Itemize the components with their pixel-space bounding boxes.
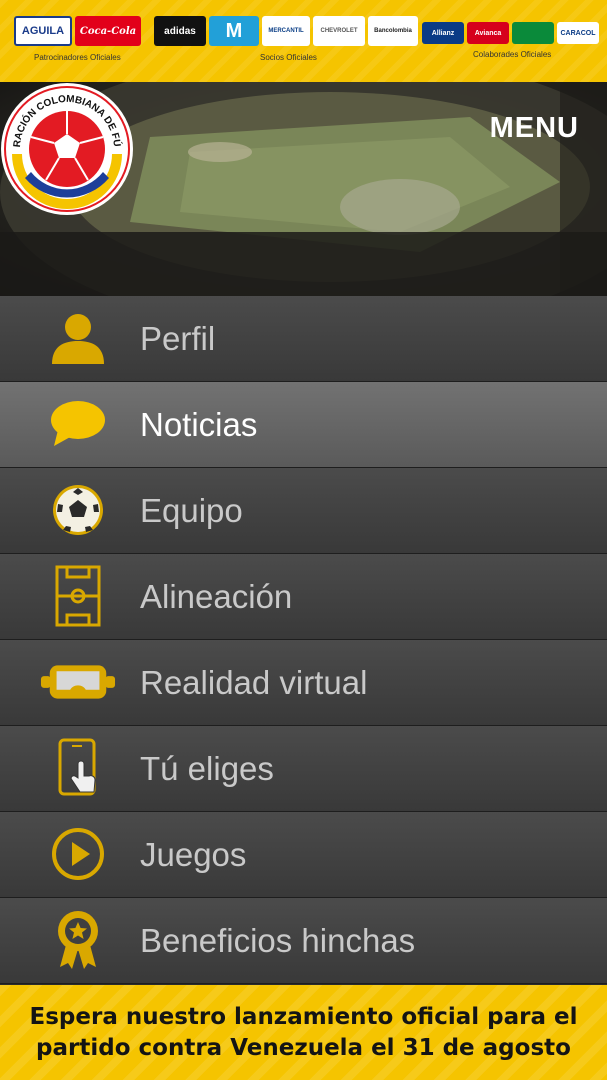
- menu-item-label: Realidad virtual: [140, 664, 368, 701]
- menu-item-beneficios-hinchas[interactable]: Beneficios hinchas: [0, 898, 607, 984]
- menu-item-label: Equipo: [140, 492, 243, 529]
- vr-headset-icon: [40, 654, 116, 710]
- socios-caption: Socios Oficiales: [260, 53, 317, 62]
- menu-item-perfil[interactable]: Perfil: [0, 296, 607, 382]
- launch-banner: Espera nuestro lanzamiento oficial para …: [0, 985, 607, 1080]
- award-badge-icon: [40, 911, 116, 969]
- menu-item-label: Alineación: [140, 578, 293, 615]
- phone-tap-icon: [40, 738, 116, 796]
- menu-item-label: Noticias: [140, 406, 258, 443]
- menu-item-noticias[interactable]: Noticias: [0, 382, 607, 468]
- patrocinadores-caption: Patrocinadores Oficiales: [34, 53, 121, 62]
- allianz-logo: Allianz: [422, 22, 464, 44]
- menu-item-label: Juegos: [140, 836, 247, 873]
- green-sponsor-logo: [512, 22, 554, 44]
- fcf-crest-logo: FEDERACIÓN COLOMBIANA DE FÚTBOL: [0, 82, 133, 215]
- menu-item-label: Perfil: [140, 320, 216, 357]
- coca-cola-logo: Coca-Cola: [75, 16, 141, 46]
- adidas-logo: adidas: [154, 16, 206, 46]
- stadium-hero: FEDERACIÓN COLOMBIANA DE FÚTBOL MENU: [0, 82, 607, 296]
- caracol-logo: CARACOL: [557, 22, 599, 44]
- menu-item-alineacion[interactable]: Alineación: [0, 554, 607, 640]
- aguila-logo: AGUILA: [14, 16, 72, 46]
- launch-banner-text: Espera nuestro lanzamiento oficial para …: [29, 1003, 578, 1061]
- colaboradores-logos: Allianz Avianca CARACOL: [422, 22, 599, 44]
- mercantil-logo: MERCANTIL: [262, 16, 310, 46]
- socios-logos: adidas M MERCANTIL CHEVROLET Bancolombia: [154, 16, 418, 46]
- menu-item-realidad-virtual[interactable]: Realidad virtual: [0, 640, 607, 726]
- colaboradores-caption: Colaborades Oficiales: [473, 50, 552, 59]
- chevrolet-logo: CHEVROLET: [313, 16, 365, 46]
- speech-bubble-icon: [40, 396, 116, 452]
- patrocinadores-logos: AGUILA Coca-Cola: [14, 16, 141, 46]
- user-icon: [40, 310, 116, 366]
- sponsors-bar: AGUILA Coca-Cola Patrocinadores Oficiale…: [0, 0, 607, 82]
- bancolombia-logo: Bancolombia: [368, 16, 418, 46]
- main-menu: Perfil Noticias Equipo Alineación Realid…: [0, 296, 607, 984]
- avianca-logo: Avianca: [467, 22, 509, 44]
- menu-button[interactable]: MENU: [490, 112, 579, 145]
- soccer-ball-icon: [40, 482, 116, 538]
- soccer-field-icon: [40, 565, 116, 627]
- play-icon: [40, 826, 116, 882]
- menu-item-equipo[interactable]: Equipo: [0, 468, 607, 554]
- movistar-logo: M: [209, 16, 259, 46]
- menu-item-juegos[interactable]: Juegos: [0, 812, 607, 898]
- menu-item-label: Beneficios hinchas: [140, 922, 416, 959]
- menu-item-label: Tú eliges: [140, 750, 274, 787]
- menu-item-tu-eliges[interactable]: Tú eliges: [0, 726, 607, 812]
